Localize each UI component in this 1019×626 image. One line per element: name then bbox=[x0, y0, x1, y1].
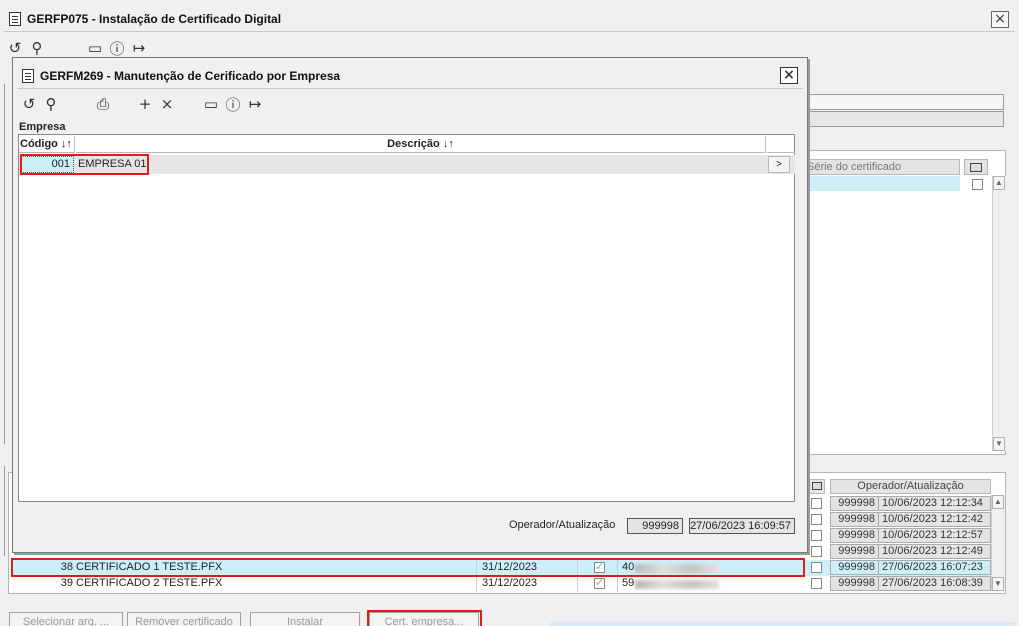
main-titlebar: GERFP075 - Instalação de Certificado Dig… bbox=[9, 10, 281, 28]
section-label: Empresa bbox=[19, 121, 66, 133]
column-header-action bbox=[767, 136, 795, 153]
dialog-window: GERFM269 - Manutenção de Cerificado por … bbox=[12, 57, 808, 553]
title-divider bbox=[4, 31, 1015, 32]
exit-icon[interactable]: ↦ bbox=[244, 93, 266, 115]
column-header-code[interactable]: Código ↓↑ bbox=[19, 136, 75, 153]
row-installed-checkbox[interactable] bbox=[594, 576, 605, 589]
main-title: GERFP075 - Instalação de Certificado Dig… bbox=[27, 12, 282, 26]
search-icon[interactable]: ⚲ bbox=[26, 37, 48, 59]
right-grid: Série do certificado ▲ ▼ bbox=[805, 150, 1006, 455]
operator-label: Operador/Atualização bbox=[509, 519, 616, 531]
right-grid-row-selected[interactable] bbox=[806, 176, 960, 191]
row-checkbox[interactable] bbox=[811, 562, 822, 573]
dialog-close-button[interactable]: × bbox=[780, 67, 798, 84]
operator-cell: 999998 bbox=[830, 528, 879, 543]
select-file-button[interactable]: Selecionar arq. ... bbox=[9, 612, 123, 626]
cert-id-cell: 39 bbox=[60, 577, 73, 589]
bottom-grid-scrollbar[interactable]: ▲ ▼ bbox=[991, 495, 1005, 591]
operator-cell: 999998 bbox=[830, 576, 879, 591]
scroll-down-icon[interactable]: ▼ bbox=[993, 437, 1005, 451]
search-icon[interactable]: ⚲ bbox=[40, 93, 62, 115]
operator-cell: 999998 bbox=[830, 560, 879, 575]
right-grid-scrollbar[interactable]: ▲ ▼ bbox=[992, 176, 1006, 451]
cert-validity-cell: 31/12/2023 bbox=[482, 577, 538, 589]
update-cell: 10/06/2023 12:12:57 bbox=[878, 528, 991, 543]
calendar-icon[interactable]: ▭ bbox=[84, 37, 106, 59]
column-header-description[interactable]: Descrição ↓↑ bbox=[76, 136, 766, 153]
dialog-title: GERFM269 - Manutenção de Cerificado por … bbox=[40, 69, 341, 83]
main-toolbar: ↺ ⚲ ▭ ⓘ ↦ bbox=[4, 37, 150, 59]
form-icon bbox=[22, 69, 34, 83]
row-checkbox[interactable] bbox=[811, 578, 822, 589]
bottom-grid-operator-header: Operador/Atualização bbox=[830, 479, 991, 494]
updated-value: 27/06/2023 16:09:57 bbox=[689, 518, 795, 534]
help-icon[interactable]: ⓘ bbox=[222, 93, 244, 115]
update-cell: 27/06/2023 16:07:23 bbox=[878, 560, 991, 575]
right-grid-header: Série do certificado bbox=[806, 159, 960, 175]
dialog-toolbar: ↺ ⚲ ⎙ + × ▭ ⓘ ↦ bbox=[18, 93, 266, 115]
row-checkbox[interactable] bbox=[811, 530, 822, 541]
top-panel bbox=[805, 94, 1004, 110]
redacted-serial bbox=[635, 580, 719, 589]
scroll-up-icon[interactable]: ▲ bbox=[992, 495, 1004, 509]
scroll-up-icon[interactable]: ▲ bbox=[993, 176, 1005, 190]
right-grid-header-toggle[interactable] bbox=[964, 159, 988, 175]
calendar-icon[interactable]: ▭ bbox=[200, 93, 222, 115]
row-checkbox[interactable] bbox=[811, 498, 822, 509]
form-icon bbox=[9, 12, 21, 26]
highlight-cert-company-button bbox=[367, 610, 482, 626]
add-icon[interactable]: + bbox=[134, 93, 156, 115]
cert-file-cell: CERTIFICADO 2 TESTE.PFX bbox=[76, 577, 223, 589]
remove-certificate-button[interactable]: Remover certificado bbox=[127, 612, 241, 626]
operator-cell: 999998 bbox=[830, 544, 879, 559]
operator-cell: 999998 bbox=[830, 512, 879, 527]
update-cell: 10/06/2023 12:12:34 bbox=[878, 496, 991, 511]
update-cell: 10/06/2023 12:12:42 bbox=[878, 512, 991, 527]
main-close-button[interactable]: × bbox=[991, 11, 1009, 28]
scroll-down-icon[interactable]: ▼ bbox=[992, 577, 1004, 591]
undo-icon[interactable]: ↺ bbox=[4, 37, 26, 59]
status-strip bbox=[550, 622, 1015, 626]
exit-icon[interactable]: ↦ bbox=[128, 37, 150, 59]
save-icon[interactable]: ⎙ bbox=[92, 93, 114, 115]
undo-icon[interactable]: ↺ bbox=[18, 93, 40, 115]
top-panel-2 bbox=[805, 111, 1004, 127]
row-action-button[interactable]: > bbox=[768, 156, 790, 173]
left-frame bbox=[4, 84, 10, 444]
dialog-title-divider bbox=[17, 88, 803, 89]
highlight-selected-row bbox=[11, 558, 805, 577]
delete-icon[interactable]: × bbox=[156, 93, 178, 115]
install-button[interactable]: Instalar bbox=[250, 612, 360, 626]
help-icon[interactable]: ⓘ bbox=[106, 37, 128, 59]
operator-cell: 999998 bbox=[830, 496, 879, 511]
operator-value: 999998 bbox=[627, 518, 683, 534]
row-checkbox[interactable] bbox=[811, 546, 822, 557]
company-grid: Código ↓↑ Descrição ↓↑ 001 EMPRESA 01 > bbox=[18, 134, 795, 502]
row-checkbox[interactable] bbox=[811, 514, 822, 525]
bottom-grid-header-toggle[interactable] bbox=[809, 479, 825, 494]
update-cell: 10/06/2023 12:12:49 bbox=[878, 544, 991, 559]
right-grid-checkbox[interactable] bbox=[972, 179, 983, 190]
dialog-titlebar: GERFM269 - Manutenção de Cerificado por … bbox=[22, 67, 340, 85]
update-cell: 27/06/2023 16:08:39 bbox=[878, 576, 991, 591]
highlight-company-row bbox=[20, 154, 149, 175]
